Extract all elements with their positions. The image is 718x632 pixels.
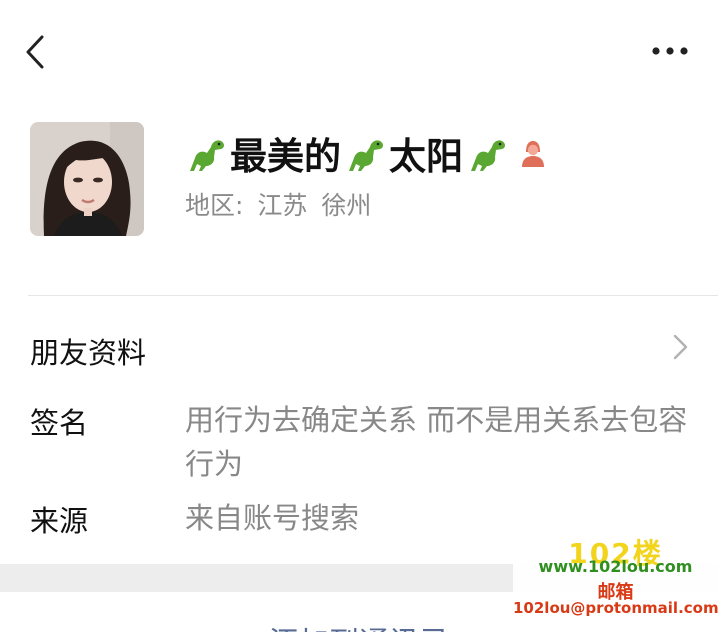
signature-label: 签名 <box>30 406 89 440</box>
chevron-right-icon <box>668 330 692 364</box>
name-part-1: 最美的 <box>230 135 341 178</box>
female-gender-icon <box>522 141 544 167</box>
dinosaur-emoji-icon <box>349 140 383 171</box>
section-divider <box>28 295 718 296</box>
profile-header: 最美的 太阳 地区: 江苏 徐州 <box>0 122 718 252</box>
watermark-email: 102lou@protonmail.com <box>513 599 718 617</box>
region-info: 地区: 江苏 徐州 <box>185 186 377 222</box>
top-navigation-bar <box>0 0 718 100</box>
avatar[interactable] <box>30 122 144 236</box>
region-province: 江苏 <box>257 191 308 220</box>
profile-name: 最美的 太阳 <box>184 128 547 178</box>
chevron-left-icon <box>26 35 44 69</box>
dinosaur-emoji-icon <box>190 140 224 171</box>
dinosaur-emoji-icon <box>471 140 505 171</box>
friend-info-row[interactable]: 朋友资料 <box>30 330 146 372</box>
watermark-site: www.102lou.com <box>538 557 693 576</box>
signature-value: 用行为去确定关系 而不是用关系去包容行为 <box>185 403 688 481</box>
more-dots-icon <box>652 47 688 55</box>
watermark: 102楼 www.102lou.com 邮箱 102lou@protonmail… <box>513 530 718 630</box>
source-label: 来源 <box>30 504 89 538</box>
region-city: 徐州 <box>321 191 372 220</box>
back-button[interactable] <box>18 30 58 74</box>
region-label: 地区: <box>185 191 244 220</box>
more-options-button[interactable] <box>648 38 692 64</box>
name-part-2: 太阳 <box>389 135 463 178</box>
